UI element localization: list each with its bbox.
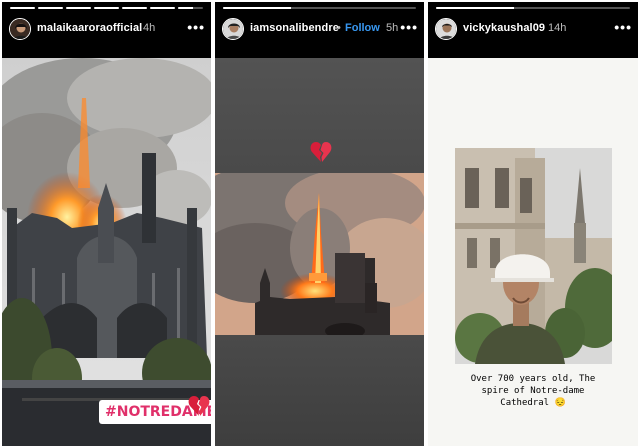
more-horizontal-icon[interactable]: ••• [187,19,205,35]
more-horizontal-icon[interactable]: ••• [400,19,418,35]
story-header: vickykaushal09 14h ••• [428,2,638,58]
progress-segment [223,7,416,9]
notre-dame-spire-fire-photo [215,173,424,335]
notre-dame-portrait-photo [455,148,612,364]
story-time: 4h [143,22,156,34]
progress-segment [178,7,203,9]
story-progress-bar [223,7,416,10]
progress-segment [122,7,147,9]
broken-heart-icon [188,396,210,416]
separator-dot: • [337,22,341,34]
progress-segment [94,7,119,9]
story-panel-vickykaushal09[interactable]: vickykaushal09 14h ••• Over 700 years ol… [428,2,638,446]
progress-segment [436,7,630,9]
progress-segment [150,7,175,9]
avatar[interactable] [435,18,457,40]
story-caption: Over 700 years old, The spire of Notre-d… [470,374,596,408]
story-time: 14h [548,22,567,34]
avatar[interactable] [222,18,244,40]
progress-segment [10,7,35,9]
story-progress-bar [10,7,203,10]
broken-heart-icon [310,142,332,162]
notre-dame-fire-photo [2,58,211,446]
more-horizontal-icon[interactable]: ••• [614,19,632,35]
story-header: iamsonalibendre • Follow 5h ••• [215,2,424,58]
story-header: malaikaaroraofficial 4h ••• [2,2,211,58]
story-panel-iamsonalibendre[interactable]: iamsonalibendre • Follow 5h ••• [215,2,424,446]
progress-segment [38,7,63,9]
username[interactable]: malaikaaroraofficial [37,22,142,34]
story-time: 5h [386,22,399,34]
avatar[interactable] [9,18,31,40]
follow-button[interactable]: Follow [345,22,380,34]
story-panel-malaikaaroraofficial[interactable]: malaikaaroraofficial 4h ••• #NOTREDAME [2,2,211,446]
username[interactable]: vickykaushal09 [463,22,545,34]
story-progress-bar [436,7,630,10]
progress-segment [66,7,91,9]
username[interactable]: iamsonalibendre [250,22,339,34]
story-background-bottom [215,335,424,446]
